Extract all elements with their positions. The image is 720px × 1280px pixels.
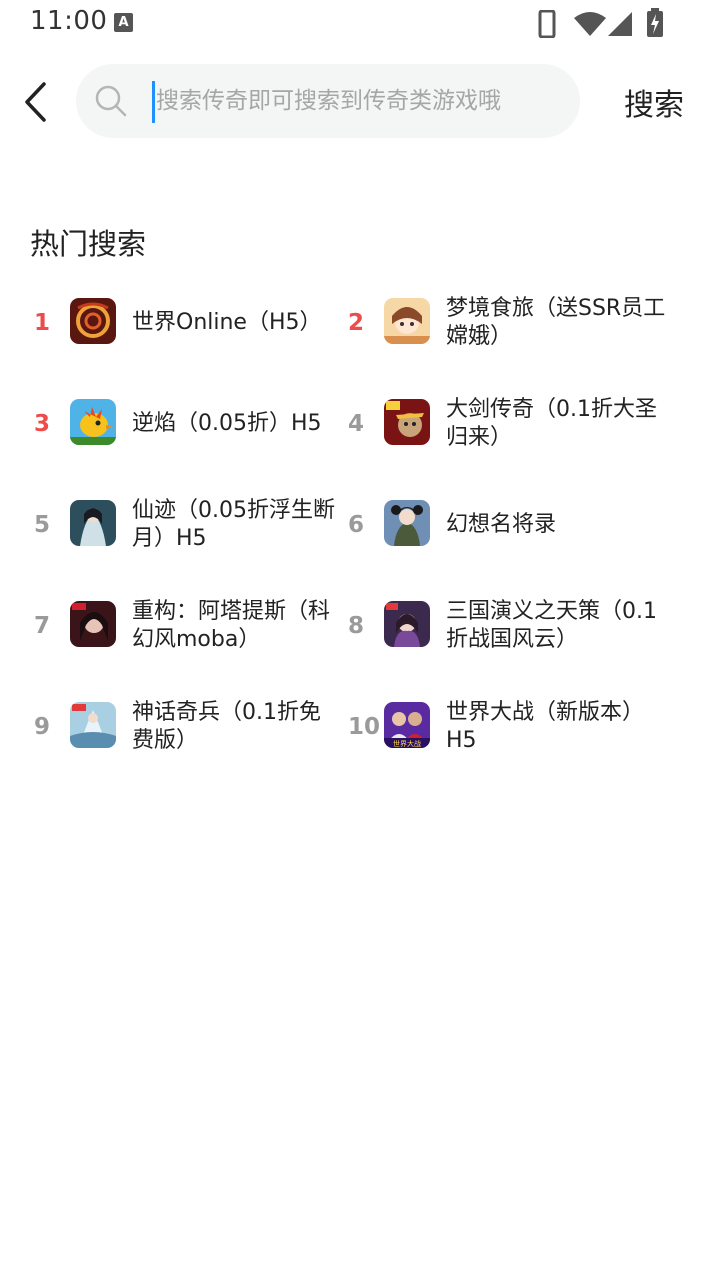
- game-name: 大剑传奇（0.1折大圣归来）: [446, 397, 657, 450]
- back-button[interactable]: [18, 80, 54, 124]
- dragon-ring-game-icon: [70, 298, 116, 344]
- game-name: 梦境食旅（送SSR员工嫦娥）: [446, 296, 666, 349]
- hot-item-6[interactable]: 6 幻想名将录: [348, 492, 688, 562]
- ice-warrior-game-icon: [70, 702, 116, 748]
- hot-item-7[interactable]: 7 重构：阿塔提斯（科幻风moba）: [0, 593, 340, 663]
- rank-number: 4: [348, 411, 365, 437]
- soccer-icon-text: 世界大战: [393, 739, 421, 748]
- wifi-icon: [574, 12, 606, 36]
- game-name: 重构：阿塔提斯（科幻风moba）: [132, 599, 331, 652]
- monkey-king-game-icon: [384, 399, 430, 445]
- signal-icon: [608, 12, 632, 36]
- game-name: 逆焰（0.05折）H5: [132, 411, 322, 436]
- game-name: 世界大战（新版本）H5: [446, 700, 645, 753]
- anime-girl-game-icon: [384, 298, 430, 344]
- battery-charging-icon: [647, 8, 663, 37]
- hot-item-3[interactable]: 3 逆焰（0.05折）H5: [0, 391, 340, 461]
- rank-number: 6: [348, 512, 365, 538]
- rank-number: 9: [34, 714, 51, 740]
- hot-item-4[interactable]: 4 大剑传奇（0.1折大圣归来）: [348, 391, 688, 461]
- game-name: 幻想名将录: [446, 512, 557, 537]
- game-name: 神话奇兵（0.1折免费版）: [132, 700, 321, 753]
- soccer-game-icon: 世界大战: [384, 702, 430, 748]
- dark-hero-game-icon: [70, 601, 116, 647]
- rank-number: 8: [348, 613, 365, 639]
- rank-number: 5: [34, 512, 51, 538]
- search-button[interactable]: 搜索: [624, 80, 684, 124]
- rank-number: 1: [34, 310, 51, 336]
- rank-number: 3: [34, 411, 51, 437]
- hot-item-9[interactable]: 9 神话奇兵（0.1折免费版）: [0, 694, 340, 764]
- game-name: 仙迹（0.05折浮生断月）H5: [132, 498, 335, 551]
- text-cursor: [152, 81, 155, 123]
- yellow-bird-game-icon: [70, 399, 116, 445]
- rank-number: 10: [348, 714, 381, 740]
- general-game-icon: [384, 500, 430, 546]
- hot-search-title: 热门搜索: [30, 227, 147, 261]
- hot-item-8[interactable]: 8 三国演义之天策（0.1折战国风云）: [348, 593, 688, 663]
- game-name: 三国演义之天策（0.1折战国风云）: [446, 599, 657, 652]
- fairy-game-icon: [70, 500, 116, 546]
- hot-item-10[interactable]: 10 世界大战 世界大战（新版本）H5: [348, 694, 688, 764]
- chevron-left-icon: [25, 82, 46, 122]
- three-kingdoms-game-icon: [384, 601, 430, 647]
- search-bar: 搜索: [0, 62, 720, 142]
- phone-icon: [538, 10, 556, 38]
- rank-number: 7: [34, 613, 51, 639]
- search-box[interactable]: [76, 64, 580, 138]
- hot-item-2[interactable]: 2 梦境食旅（送SSR员工嫦娥）: [348, 290, 688, 360]
- search-input[interactable]: [156, 64, 556, 138]
- game-name: 世界Online（H5）: [132, 310, 322, 335]
- keyboard-a-icon: A: [114, 13, 133, 32]
- hot-item-1[interactable]: 1 世界Online（H5）: [0, 290, 340, 360]
- status-bar: 11:00 A: [0, 0, 720, 48]
- status-time: 11:00: [30, 6, 108, 36]
- hot-item-5[interactable]: 5 仙迹（0.05折浮生断月）H5: [0, 492, 340, 562]
- rank-number: 2: [348, 310, 365, 336]
- search-icon: [95, 85, 127, 117]
